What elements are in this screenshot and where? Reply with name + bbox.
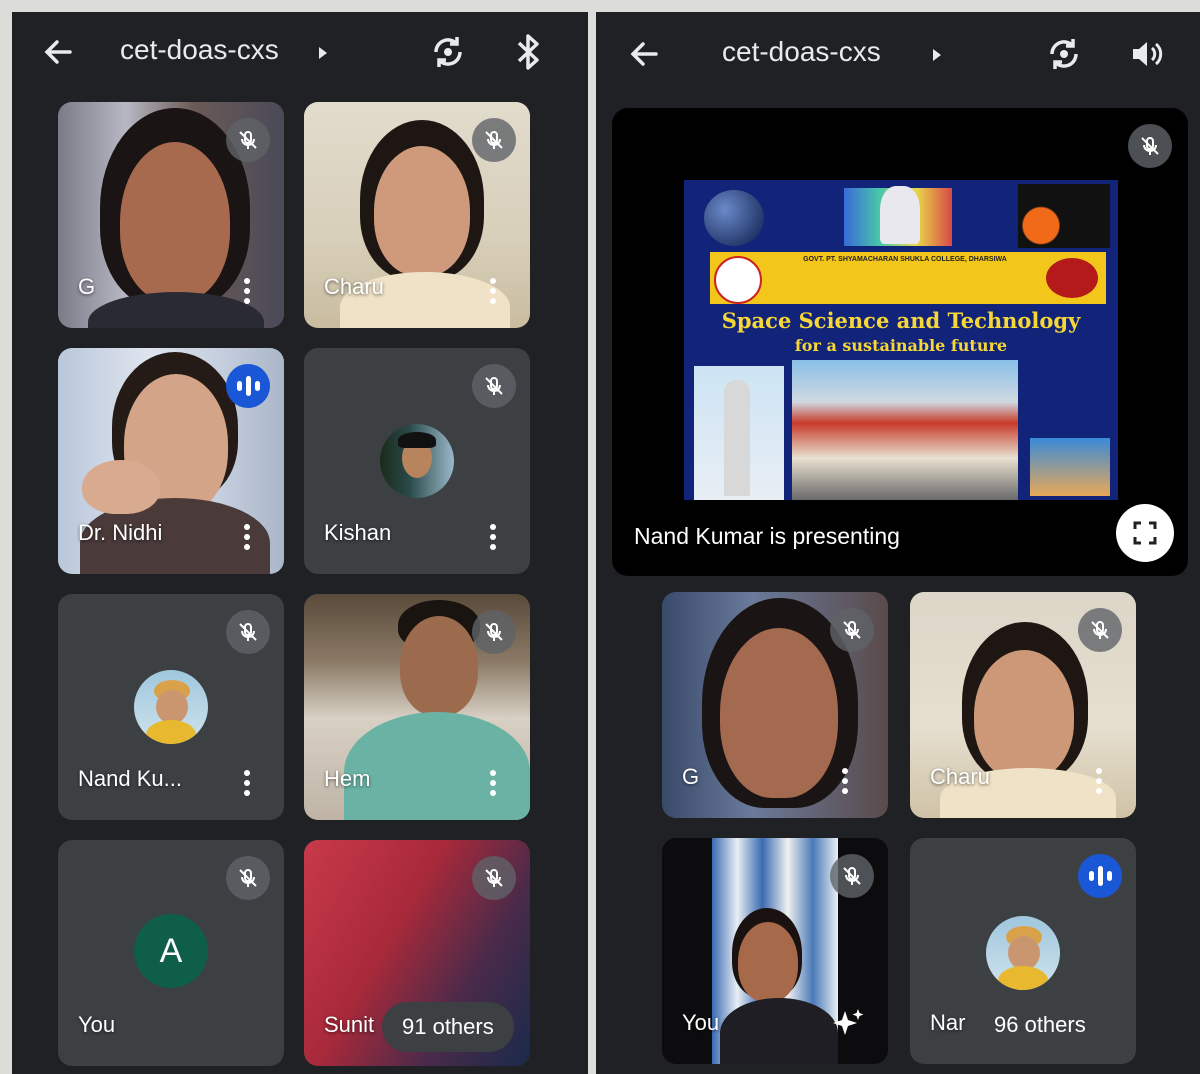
mic-off-icon <box>830 608 874 652</box>
play-arrow-icon[interactable] <box>930 46 944 64</box>
more-vert-icon[interactable] <box>244 524 250 550</box>
others-count-button[interactable]: 96 others <box>974 1000 1106 1050</box>
participant-tile-dr-nidhi[interactable]: Dr. Nidhi <box>58 348 284 574</box>
participant-name: Sunit <box>324 1012 375 1037</box>
participant-name: Nar <box>930 1010 966 1035</box>
participant-tile-g[interactable]: G <box>662 592 888 818</box>
slide-title: Space Science and Technology <box>721 308 1081 333</box>
mic-off-icon <box>472 610 516 654</box>
more-vert-icon[interactable] <box>490 770 496 796</box>
shared-slide: GOVT. PT. SHYAMACHARAN SHUKLA COLLEGE, D… <box>684 180 1118 500</box>
speaker-icon[interactable] <box>1126 34 1166 74</box>
mic-off-icon <box>226 118 270 162</box>
slide-subtitle: for a sustainable future <box>794 336 1008 355</box>
mic-off-icon <box>1078 608 1122 652</box>
participant-name: Charu <box>930 764 990 789</box>
mic-off-icon <box>1128 124 1172 168</box>
mic-off-icon <box>472 364 516 408</box>
banner-text: GOVT. PT. SHYAMACHARAN SHUKLA COLLEGE, D… <box>803 256 1007 263</box>
right-phone-screen: cet-doas-cxs GOVT. PT. SHYAMACHARAN SHUK… <box>596 12 1200 1074</box>
left-phone-screen: cet-doas-cxs G Charu Dr. Nidhi Kishan Na… <box>12 12 588 1074</box>
participant-name: You <box>78 1012 116 1037</box>
meeting-code[interactable]: cet-doas-cxs <box>722 36 881 68</box>
participant-name: Nand Ku... <box>78 766 182 791</box>
mic-off-icon <box>226 610 270 654</box>
participant-tile-you[interactable]: A You <box>58 840 284 1066</box>
participant-tile-nand-kumar[interactable]: Nand Ku... <box>58 594 284 820</box>
speaking-indicator-icon <box>1078 854 1122 898</box>
participant-tile-charu[interactable]: Charu <box>304 102 530 328</box>
avatar <box>134 670 208 744</box>
participant-tile-charu[interactable]: Charu <box>910 592 1136 818</box>
top-bar: cet-doas-cxs <box>596 12 1200 92</box>
top-bar: cet-doas-cxs <box>12 12 588 92</box>
avatar-letter: A <box>134 914 208 988</box>
avatar <box>380 424 454 498</box>
more-vert-icon[interactable] <box>244 770 250 796</box>
fullscreen-icon[interactable] <box>1116 504 1174 562</box>
more-vert-icon[interactable] <box>244 278 250 304</box>
participant-name: You <box>682 1010 720 1035</box>
participant-name: Charu <box>324 274 384 299</box>
college-banner: GOVT. PT. SHYAMACHARAN SHUKLA COLLEGE, D… <box>710 252 1106 304</box>
more-vert-icon[interactable] <box>842 768 848 794</box>
participant-tile-g[interactable]: G <box>58 102 284 328</box>
bluetooth-icon[interactable] <box>510 30 546 74</box>
more-vert-icon[interactable] <box>490 524 496 550</box>
participant-tile-kishan[interactable]: Kishan <box>304 348 530 574</box>
switch-camera-icon[interactable] <box>426 30 470 74</box>
participant-name: Kishan <box>324 520 392 545</box>
participant-tile-you[interactable]: You <box>662 838 888 1064</box>
more-vert-icon[interactable] <box>1096 768 1102 794</box>
meeting-code[interactable]: cet-doas-cxs <box>120 34 279 66</box>
others-count-button[interactable]: 91 others <box>382 1002 514 1052</box>
participant-name: G <box>78 274 96 299</box>
play-arrow-icon[interactable] <box>316 44 330 62</box>
back-arrow-icon[interactable] <box>624 34 664 74</box>
speaking-indicator-icon <box>226 364 270 408</box>
sparkle-effects-icon[interactable] <box>828 1004 868 1044</box>
more-vert-icon[interactable] <box>490 278 496 304</box>
avatar <box>986 916 1060 990</box>
presenting-caption: Nand Kumar is presenting <box>634 523 900 549</box>
mic-off-icon <box>472 118 516 162</box>
mic-off-icon <box>830 854 874 898</box>
presentation-tile[interactable]: GOVT. PT. SHYAMACHARAN SHUKLA COLLEGE, D… <box>612 108 1188 576</box>
participant-name: Hem <box>324 766 371 791</box>
switch-camera-icon[interactable] <box>1042 32 1086 76</box>
participant-tile-hem[interactable]: Hem <box>304 594 530 820</box>
back-arrow-icon[interactable] <box>38 32 78 72</box>
participant-name: Dr. Nidhi <box>78 520 163 545</box>
participant-name: G <box>682 764 700 789</box>
mic-off-icon <box>472 856 516 900</box>
mic-off-icon <box>226 856 270 900</box>
